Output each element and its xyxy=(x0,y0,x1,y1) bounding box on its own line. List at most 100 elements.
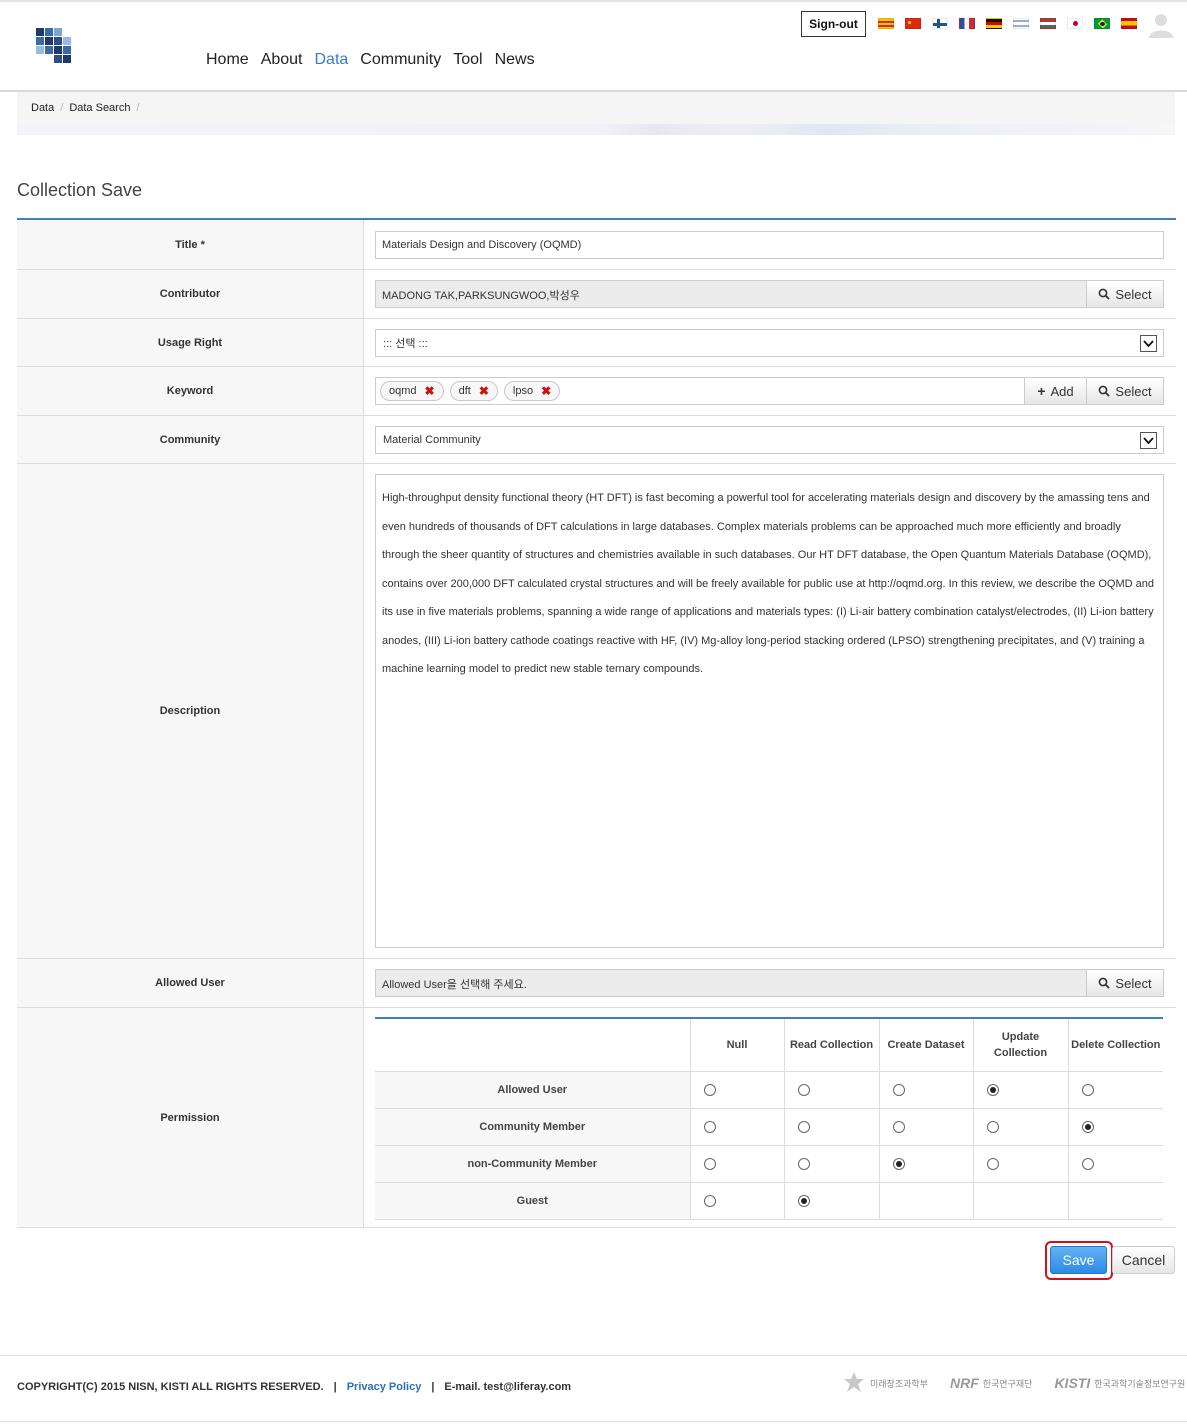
permission-radio[interactable] xyxy=(703,1194,716,1207)
site-logo[interactable] xyxy=(36,28,72,64)
keyword-tag-label: dft xyxy=(458,385,471,397)
community-value: Material Community xyxy=(383,433,481,446)
community-row: Community Material Community xyxy=(17,416,1176,464)
plus-icon: + xyxy=(1037,383,1046,399)
permission-radio[interactable] xyxy=(1081,1120,1094,1133)
nav-data[interactable]: Data xyxy=(315,51,349,69)
contributor-select-button[interactable]: Select xyxy=(1087,280,1164,308)
permission-radio[interactable] xyxy=(986,1157,999,1170)
nav-home[interactable]: Home xyxy=(206,51,249,69)
flag-chinese-icon[interactable] xyxy=(905,18,921,29)
flag-japanese-icon[interactable] xyxy=(1067,18,1083,29)
title-row: Title * Materials Design and Discovery (… xyxy=(17,220,1176,270)
permission-col-header: Null xyxy=(690,1018,785,1072)
flag-hebrew-icon[interactable] xyxy=(1013,18,1029,29)
permission-cell xyxy=(1068,1145,1163,1183)
permission-radio[interactable] xyxy=(892,1157,905,1170)
keyword-tags[interactable]: oqmd ✖ dft ✖ lpso ✖ xyxy=(375,377,1025,405)
msip-emblem-icon xyxy=(844,1372,864,1392)
keyword-add-button[interactable]: + Add xyxy=(1025,377,1087,405)
breadcrumb-data-search[interactable]: Data Search xyxy=(69,102,130,114)
collection-form: Title * Materials Design and Discovery (… xyxy=(17,218,1176,1228)
community-label: Community xyxy=(17,416,364,463)
description-textarea[interactable]: High-throughput density functional theor… xyxy=(375,474,1164,948)
allowed-user-field: Allowed User을 선택해 주세요. xyxy=(375,969,1087,997)
permission-radio[interactable] xyxy=(797,1157,810,1170)
flag-spanish-icon[interactable] xyxy=(1121,18,1137,29)
flag-german-icon[interactable] xyxy=(986,18,1002,29)
copyright-text: COPYRIGHT(C) 2015 NISN, KISTI ALL RIGHTS… xyxy=(17,1381,324,1393)
nav-about[interactable]: About xyxy=(261,51,303,69)
remove-icon[interactable]: ✖ xyxy=(425,384,435,398)
permission-row-label: non-Community Member xyxy=(375,1145,691,1183)
title-input[interactable]: Materials Design and Discovery (OQMD) xyxy=(375,230,1164,259)
permission-radio[interactable] xyxy=(797,1083,810,1096)
permission-radio[interactable] xyxy=(1081,1157,1094,1170)
nav-community[interactable]: Community xyxy=(360,51,441,69)
cancel-button[interactable]: Cancel xyxy=(1112,1246,1175,1274)
user-avatar-icon[interactable] xyxy=(1147,12,1175,38)
permission-cell xyxy=(784,1145,880,1183)
permission-col-header: Create Dataset xyxy=(879,1018,974,1072)
permission-radio[interactable] xyxy=(892,1120,905,1133)
keyword-tag-label: oqmd xyxy=(389,385,417,397)
allowed-user-label: Allowed User xyxy=(17,959,364,1007)
select-label: Select xyxy=(1115,383,1152,399)
select-label: Select xyxy=(1115,975,1152,991)
keyword-label: Keyword xyxy=(17,367,364,415)
flag-catalan-icon[interactable] xyxy=(878,18,894,29)
permission-radio[interactable] xyxy=(986,1083,999,1096)
select-label: Select xyxy=(1115,286,1152,302)
breadcrumb-separator: / xyxy=(60,102,64,114)
signout-button[interactable]: Sign-out xyxy=(801,11,866,37)
permission-radio[interactable] xyxy=(703,1083,716,1096)
permission-cell xyxy=(690,1071,785,1109)
partner-name: 한국연구재단 xyxy=(982,1378,1033,1389)
privacy-policy-link[interactable]: Privacy Policy xyxy=(347,1381,422,1393)
permission-cell xyxy=(973,1182,1069,1220)
permission-radio[interactable] xyxy=(1081,1083,1094,1096)
permission-cell xyxy=(973,1108,1069,1146)
permission-row-2: non-Community Member xyxy=(375,1145,1163,1183)
permission-radio[interactable] xyxy=(797,1120,810,1133)
permission-radio[interactable] xyxy=(797,1194,810,1207)
permission-radio[interactable] xyxy=(986,1120,999,1133)
permission-row-3: Guest xyxy=(375,1182,1163,1220)
permission-radio[interactable] xyxy=(892,1083,905,1096)
usage-right-row: Usage Right ::: 선택 ::: xyxy=(17,319,1176,367)
remove-icon[interactable]: ✖ xyxy=(541,384,551,398)
allowed-user-row: Allowed User Allowed User을 선택해 주세요. Sele… xyxy=(17,959,1176,1008)
community-select[interactable]: Material Community xyxy=(375,425,1164,454)
permission-cell xyxy=(784,1071,880,1109)
flag-brazil-icon[interactable] xyxy=(1094,18,1110,29)
permission-col-header: Update Collection xyxy=(973,1018,1069,1072)
top-border xyxy=(0,0,1187,2)
permission-radio[interactable] xyxy=(703,1157,716,1170)
keyword-select-button[interactable]: Select xyxy=(1087,377,1164,405)
chevron-down-icon xyxy=(1140,431,1157,449)
nav-tool[interactable]: Tool xyxy=(453,51,482,69)
contributor-row: Contributor MADONG TAK,PARKSUNGWOO,박성우 S… xyxy=(17,270,1176,319)
chevron-down-icon xyxy=(1140,334,1157,352)
permission-label: Permission xyxy=(17,1008,364,1227)
description-row: Description High-throughput density func… xyxy=(17,464,1176,959)
flag-hungarian-icon[interactable] xyxy=(1040,18,1056,29)
footer-divider xyxy=(0,1355,1187,1356)
allowed-user-select-button[interactable]: Select xyxy=(1087,969,1164,997)
remove-icon[interactable]: ✖ xyxy=(479,384,489,398)
breadcrumb-data[interactable]: Data xyxy=(31,102,54,114)
permission-row-label: Allowed User xyxy=(375,1071,691,1109)
permission-row-1: Community Member xyxy=(375,1108,1163,1146)
keyword-tag: lpso ✖ xyxy=(503,381,561,401)
flag-finnish-icon[interactable] xyxy=(932,18,948,29)
nav-news[interactable]: News xyxy=(495,51,535,69)
permission-cell xyxy=(690,1108,785,1146)
footer-separator: | xyxy=(431,1381,435,1393)
bottom-border xyxy=(0,1421,1187,1422)
usage-right-select[interactable]: ::: 선택 ::: xyxy=(375,328,1164,357)
permission-radio[interactable] xyxy=(703,1120,716,1133)
search-icon xyxy=(1099,977,1111,989)
flag-french-icon[interactable] xyxy=(959,18,975,29)
permission-cell xyxy=(690,1145,785,1183)
save-button[interactable]: Save xyxy=(1050,1246,1107,1274)
